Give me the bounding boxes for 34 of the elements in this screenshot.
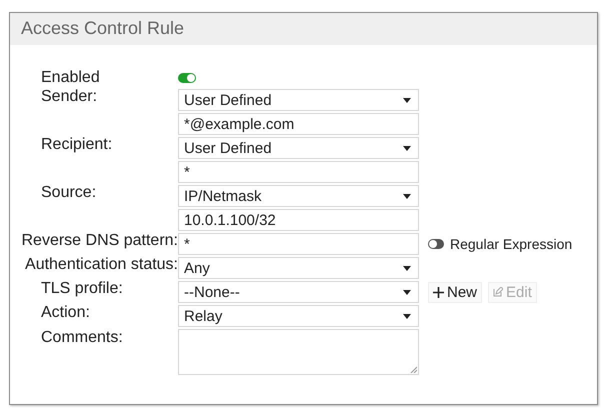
dropdown[interactable]: User Defined (178, 89, 419, 111)
field-label: Authentication status: (25, 256, 178, 274)
caret-icon (403, 194, 411, 198)
field-label: Comments: (41, 329, 123, 347)
field-label: Sender: (41, 88, 98, 106)
caret-icon (403, 266, 411, 270)
input-field[interactable]: 10.0.1.100/32 (178, 209, 419, 231)
field-label: TLS profile: (41, 280, 123, 298)
input-field[interactable]: * (178, 233, 419, 255)
dropdown[interactable]: User Defined (178, 137, 419, 159)
option-label: Regular Expression (450, 236, 572, 252)
caret-icon (403, 98, 411, 102)
field-label: Action: (41, 304, 90, 322)
toggle-switch[interactable] (178, 72, 196, 83)
field-label: Recipient: (41, 136, 112, 154)
pencil-icon (493, 287, 504, 297)
toggle-switch[interactable] (428, 239, 444, 249)
comments-field[interactable] (178, 329, 419, 375)
dropdown[interactable]: IP/Netmask (178, 185, 419, 207)
caret-icon (403, 146, 411, 150)
plus-icon (433, 286, 444, 298)
dropdown[interactable]: --None-- (178, 281, 419, 303)
field-label: Reverse DNS pattern: (21, 232, 178, 250)
panel-title: Access Control Rule (10, 13, 597, 45)
resize-grip-icon[interactable] (410, 366, 417, 373)
new-button[interactable]: New (428, 282, 482, 302)
caret-icon (403, 290, 411, 294)
field-label: Source: (41, 184, 96, 202)
input-field[interactable]: *@example.com (178, 113, 419, 135)
field-label: Enabled (41, 69, 100, 87)
dropdown[interactable]: Any (178, 257, 419, 279)
caret-icon (403, 314, 411, 318)
input-field[interactable]: * (178, 161, 419, 183)
dropdown[interactable]: Relay (178, 305, 419, 327)
